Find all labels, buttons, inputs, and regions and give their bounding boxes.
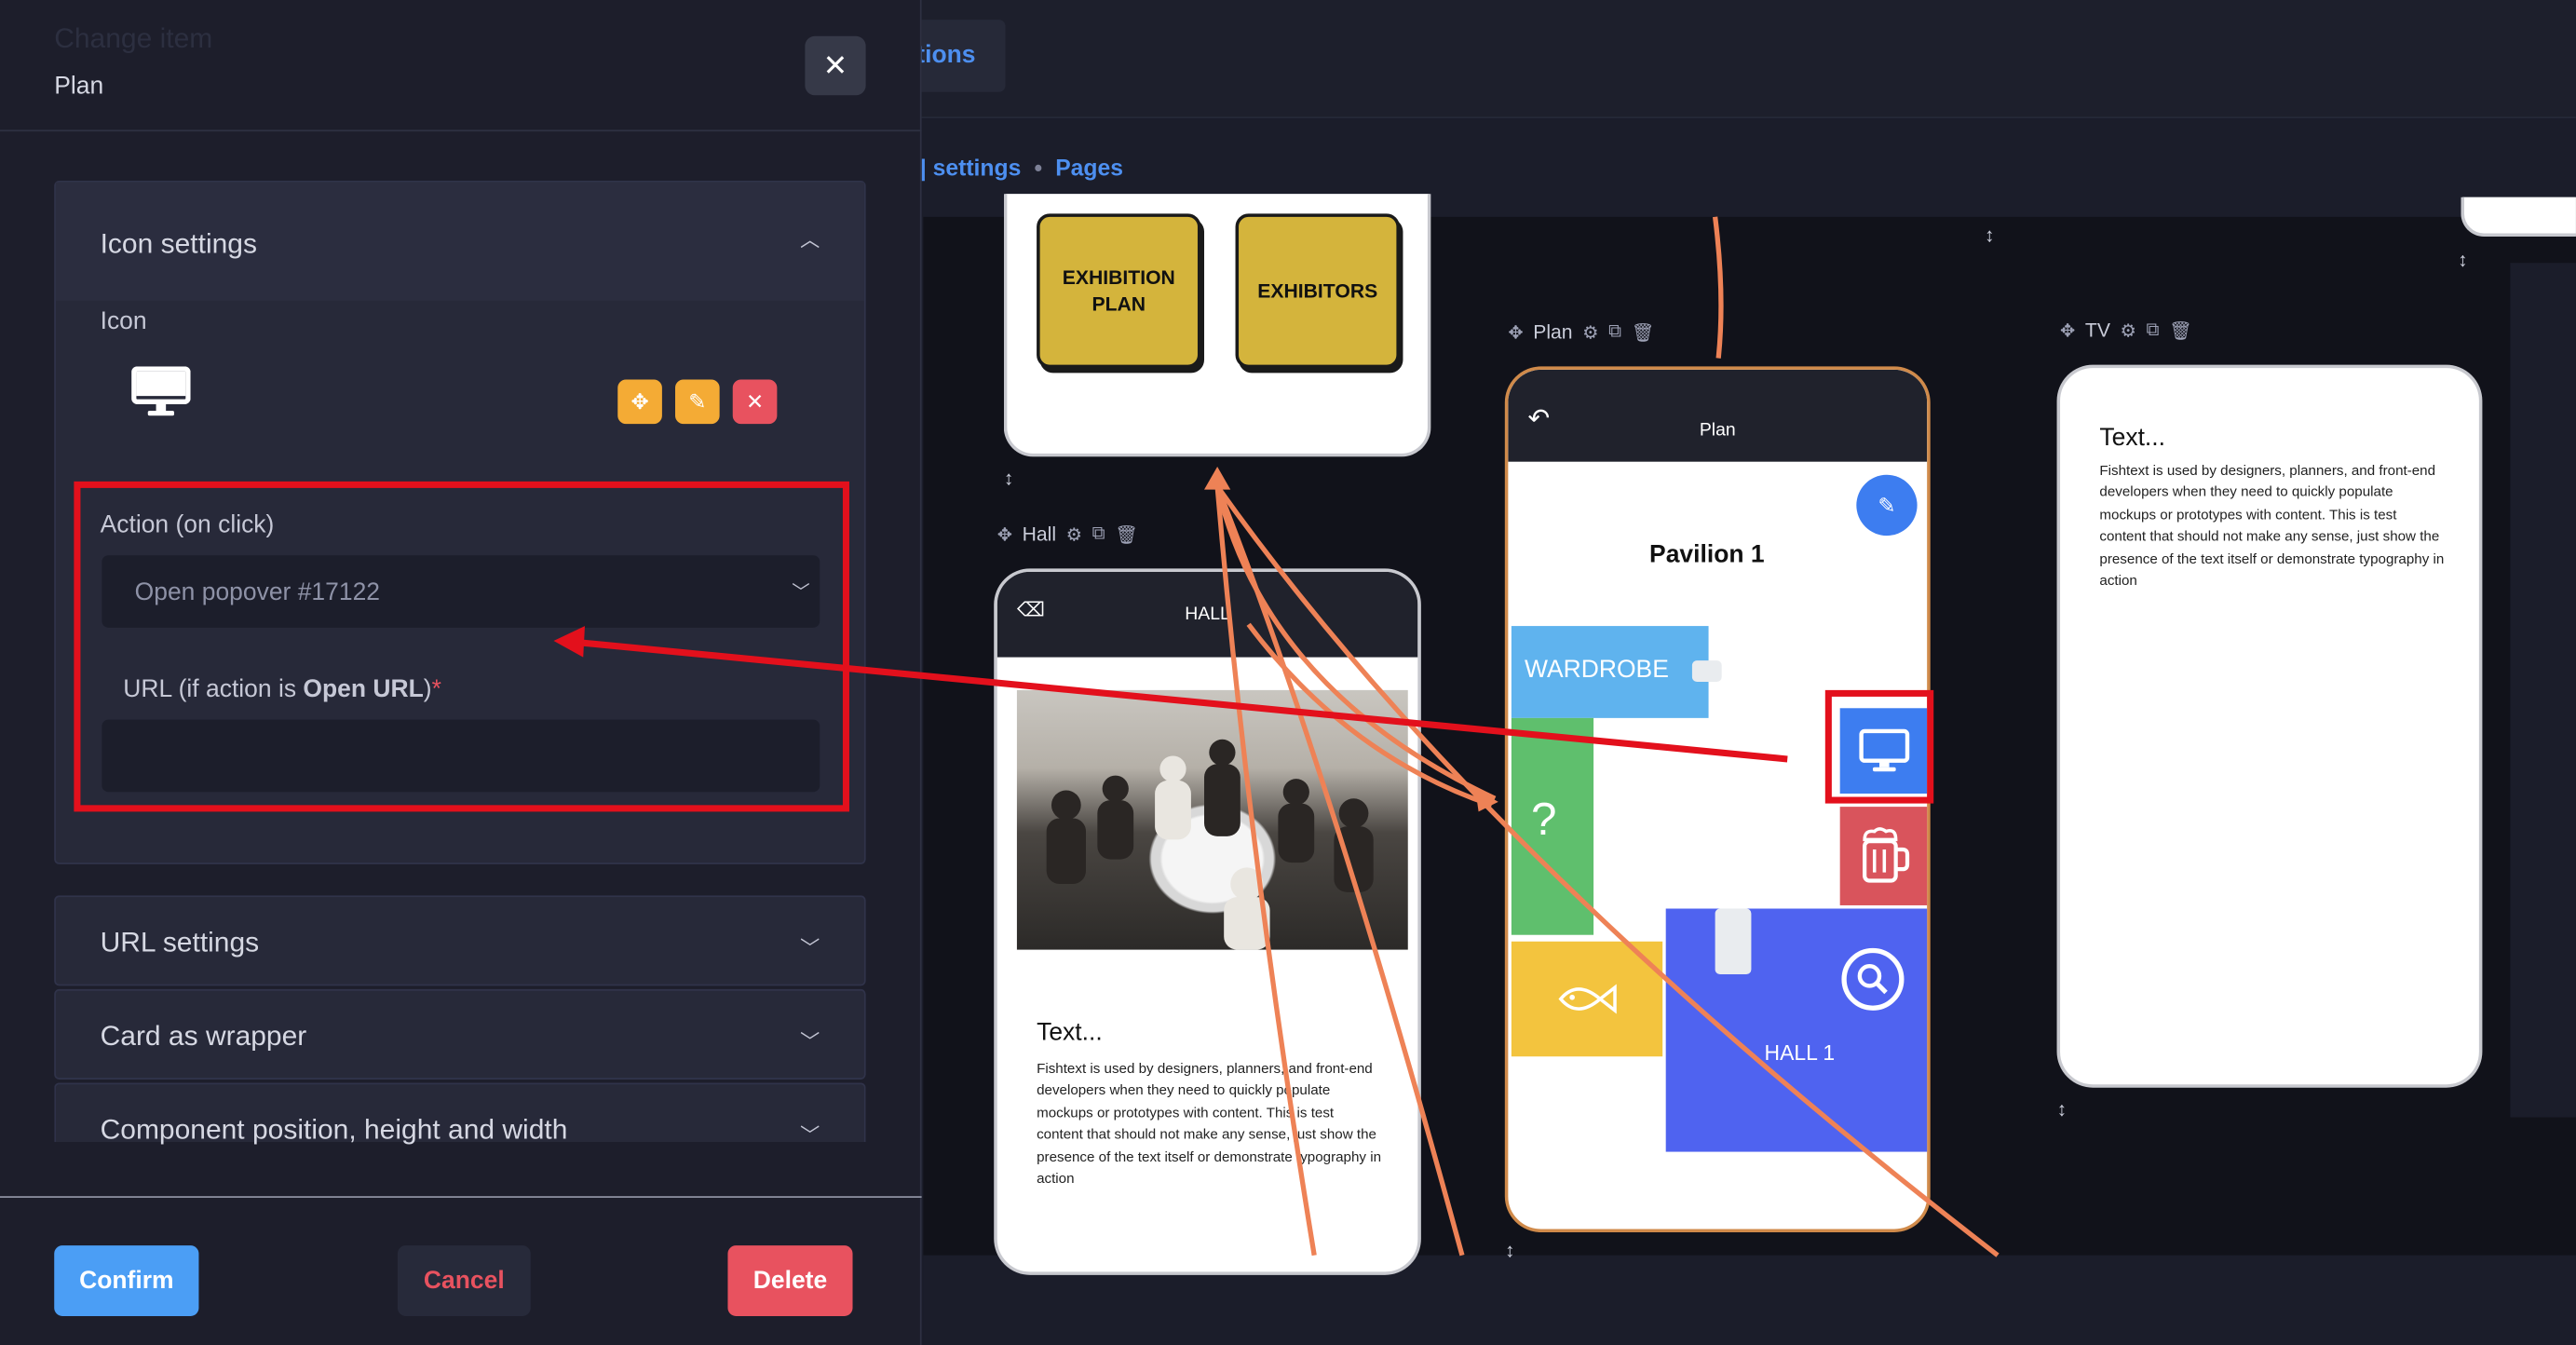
- annotation-arrow: [553, 626, 1788, 763]
- screen: tions | settings • Pages EXHIBITION PLAN E…: [0, 0, 2576, 1345]
